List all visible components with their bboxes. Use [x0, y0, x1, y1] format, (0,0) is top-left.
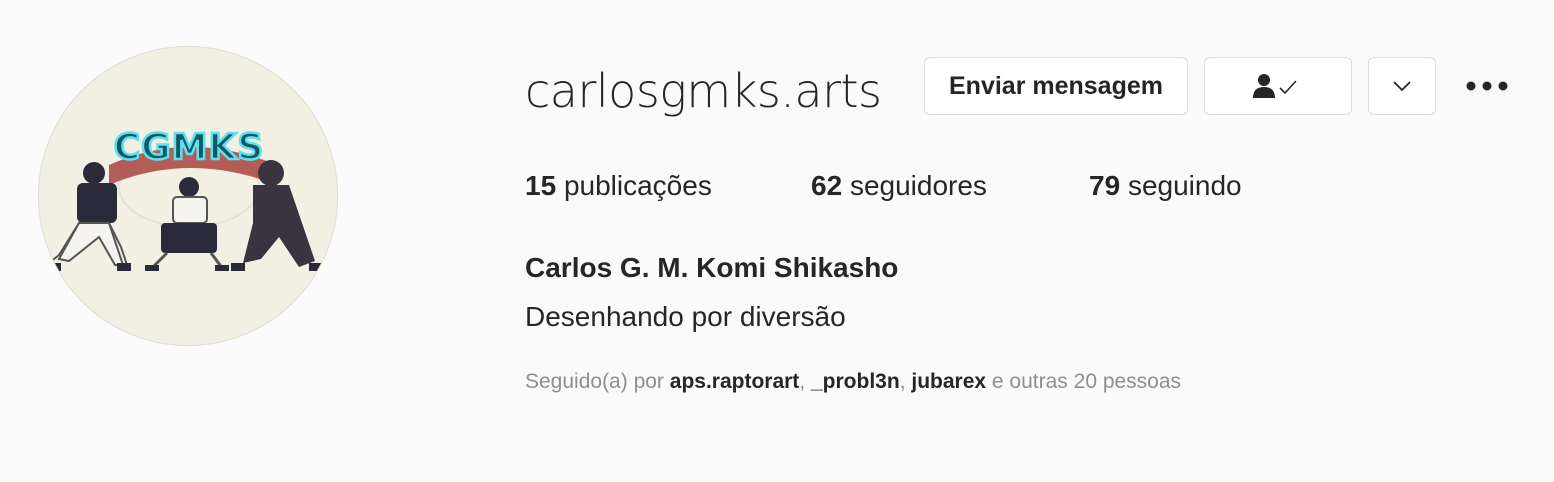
followed-by-text[interactable]: Seguido(a) por aps.raptorart, _probl3n, … — [525, 366, 1181, 398]
posts-count-label: publicações — [563, 170, 712, 201]
profile-full-name: Carlos G. M. Komi Shikasho — [525, 252, 899, 283]
posts-count-value: 15 — [525, 170, 557, 201]
followed-by-suffix: e outras 20 pessoas — [991, 370, 1182, 393]
followed-by-account[interactable]: _probl3n — [811, 370, 900, 393]
following-count-label: seguindo — [1127, 170, 1242, 201]
following-button[interactable] — [1204, 57, 1352, 115]
followers-link[interactable]: 62 seguidores — [811, 164, 987, 208]
followed-by-prefix: Seguido(a) por — [525, 370, 664, 393]
profile-avatar[interactable]: CGMKS — [38, 46, 338, 346]
suggested-accounts-button[interactable] — [1368, 57, 1436, 115]
chevron-down-icon — [1393, 81, 1411, 92]
more-horizontal-icon — [1466, 81, 1508, 91]
profile-header: CGMKS carlosgmks.arts Enviar mensagem 15… — [0, 0, 1554, 482]
followed-by-separator: , — [899, 370, 906, 393]
followed-by-account[interactable]: jubarex — [911, 370, 986, 393]
followers-count-value: 62 — [811, 170, 843, 201]
avatar-image: CGMKS — [39, 47, 337, 345]
more-options-button[interactable] — [1460, 70, 1514, 102]
person-check-icon — [1253, 74, 1297, 98]
following-count-value: 79 — [1089, 170, 1121, 201]
posts-count: 15 publicações — [525, 164, 712, 208]
profile-bio: Desenhando por diversão — [525, 301, 846, 332]
send-message-button[interactable]: Enviar mensagem — [924, 57, 1188, 115]
followers-count-label: seguidores — [849, 170, 987, 201]
followed-by-account[interactable]: aps.raptorart — [670, 370, 800, 393]
followed-by-separator: , — [799, 370, 806, 393]
avatar-logo-text: CGMKS — [114, 127, 265, 168]
profile-username: carlosgmks.arts — [525, 64, 882, 118]
following-link[interactable]: 79 seguindo — [1089, 164, 1242, 208]
